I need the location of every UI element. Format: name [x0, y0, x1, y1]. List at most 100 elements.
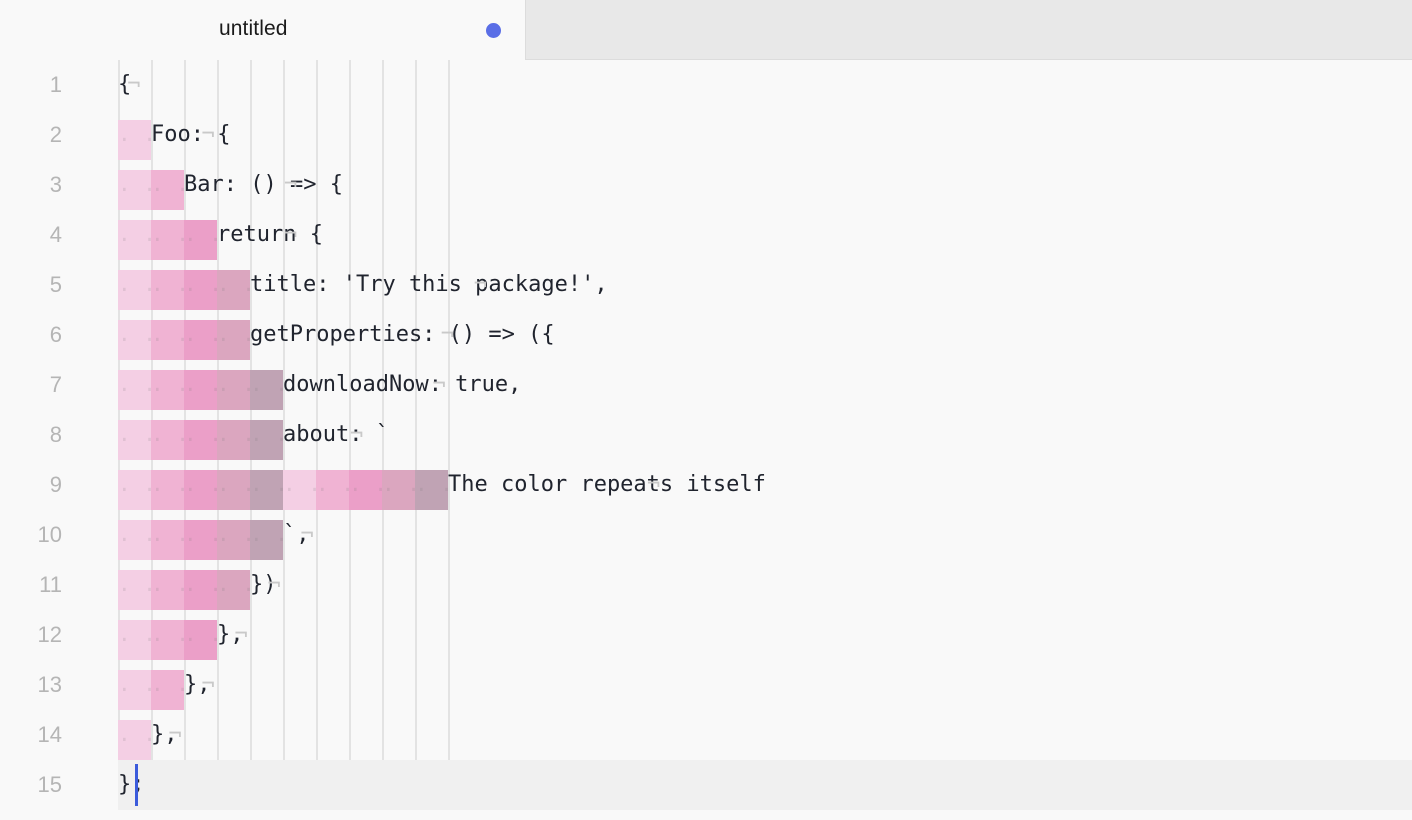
indent-guide-blocks: · · · · · · · · · · · · · · · · · · · · [118, 470, 466, 510]
unsaved-dot-icon[interactable] [486, 23, 501, 38]
line-number[interactable]: 10 [0, 510, 62, 560]
eol-marker: ¬ [473, 272, 487, 297]
line-number[interactable]: 2 [0, 110, 62, 160]
eol-marker: ¬ [284, 172, 298, 197]
indent-guide-block: · · [151, 420, 189, 460]
code-text[interactable]: Bar: () => { [184, 160, 343, 210]
whitespace-dots: · · [118, 278, 169, 302]
code-text[interactable]: getProperties: () => ({ [250, 310, 555, 360]
whitespace-dots: · · [151, 628, 202, 652]
indent-guide-blocks: · · [118, 720, 169, 760]
code-line[interactable]: 9 · · · · · · · · · · · · · · · · · · · ·… [0, 460, 1412, 510]
indent-guide-blocks: · · · · · · [118, 620, 222, 660]
whitespace-dots: · · [415, 478, 466, 502]
line-number[interactable]: 1 [0, 60, 62, 110]
editor-window: untitled 1{¬ 2 · · Foo: {¬ 3 · · · · Bar: ()… [0, 0, 1412, 820]
whitespace-dots: · · [184, 278, 235, 302]
indent-guide-block: · · [118, 620, 156, 660]
indent-guide-block: · · [151, 470, 189, 510]
indent-guide-block: · · [184, 520, 235, 560]
indent-guide-blocks: · · · · [118, 670, 189, 710]
tab-untitled[interactable]: untitled [0, 0, 525, 60]
indent-guide-block: · · [118, 720, 169, 760]
tab-bar-empty-area[interactable] [525, 0, 1412, 60]
line-number[interactable]: 12 [0, 610, 62, 660]
indent-guide-block: · · [415, 470, 466, 510]
whitespace-dots: · · [118, 578, 169, 602]
code-line[interactable]: 7 · · · · · · · · · · downloadNow: true, ¬ [0, 360, 1412, 410]
whitespace-dots: · · [118, 228, 169, 252]
line-number[interactable]: 8 [0, 410, 62, 460]
code-editor[interactable]: 1{¬ 2 · · Foo: {¬ 3 · · · · Bar: () => {¬ 4 · … [0, 60, 1412, 820]
code-line[interactable]: 11 · · · · · · · · }) ¬ [0, 560, 1412, 610]
line-number[interactable]: 9 [0, 460, 62, 510]
code-line[interactable]: 1{¬ [0, 60, 1412, 110]
indent-guide-block: · · [184, 420, 222, 460]
code-line[interactable]: 8 · · · · · · · · · · about: ` ¬ [0, 410, 1412, 460]
line-number[interactable]: 4 [0, 210, 62, 260]
code-line[interactable]: 14 · · }, ¬ [0, 710, 1412, 760]
code-line[interactable]: 15}; [0, 760, 1412, 810]
code-text[interactable]: about: ` [283, 410, 389, 460]
line-number[interactable]: 3 [0, 160, 62, 210]
code-text[interactable]: return { [217, 210, 323, 260]
indent-guide-block: · · [151, 320, 202, 360]
line-number[interactable]: 14 [0, 710, 62, 760]
indent-guide-block: · · [151, 570, 202, 610]
whitespace-dots: · · [118, 728, 169, 752]
code-text[interactable]: }; [118, 760, 145, 810]
whitespace-dots: · · [217, 328, 268, 352]
whitespace-dots: · · [151, 378, 202, 402]
indent-guide-block: · · [151, 170, 189, 210]
indent-guide-block: · · [151, 370, 202, 410]
indent-guide-blocks: · · · · · · · · · · [118, 370, 288, 410]
indent-guide-blocks: · · · · · · · · [118, 320, 268, 360]
whitespace-dots: · · [184, 378, 235, 402]
code-line[interactable]: 2 · · Foo: {¬ [0, 110, 1412, 160]
indent-guide-block: · · [217, 270, 255, 310]
indent-guide-block: · · [217, 370, 255, 410]
indent-guide-blocks: · · · · · · · · · · [118, 520, 288, 560]
line-number[interactable]: 5 [0, 260, 62, 310]
line-number[interactable]: 15 [0, 760, 62, 810]
indent-guide-block: · · [118, 220, 169, 260]
indent-guide-blocks: · · · · · · · · [118, 270, 255, 310]
indent-guide-block: · · [118, 170, 156, 210]
code-line[interactable]: 3 · · · · Bar: () => {¬ [0, 160, 1412, 210]
line-number[interactable]: 6 [0, 310, 62, 360]
indent-guide-block: · · [217, 520, 255, 560]
code-text[interactable]: The color repeats itself [448, 460, 766, 510]
whitespace-dots: · · [184, 528, 235, 552]
indent-guide-blocks: · · · · [118, 170, 189, 210]
indent-guide-block: · · [316, 470, 367, 510]
whitespace-dots: · · [118, 378, 169, 402]
whitespace-dots: · · [184, 328, 235, 352]
line-number[interactable]: 11 [0, 560, 62, 610]
indent-guide-block: · · [118, 270, 169, 310]
code-line[interactable]: 5 · · · · · · · · title: 'Try this packag… [0, 260, 1412, 310]
indent-guide-block: · · [184, 370, 235, 410]
whitespace-dots: · · [151, 578, 202, 602]
indent-guide-block: · · [118, 120, 156, 160]
line-number[interactable]: 13 [0, 660, 62, 710]
indent-guide-block: · · [283, 470, 321, 510]
eol-marker: ¬ [201, 122, 215, 147]
whitespace-dots: · · [217, 428, 268, 452]
code-text[interactable]: Foo: { [151, 110, 230, 160]
code-line[interactable]: 6 · · · · · · · · getProperties: () => ({… [0, 310, 1412, 360]
code-line[interactable]: 12 · · · · · · }, ¬ [0, 610, 1412, 660]
whitespace-dots: · · [118, 478, 169, 502]
indent-guide-block: · · [118, 470, 169, 510]
code-text[interactable]: downloadNow: true, [283, 360, 521, 410]
eol-marker: ¬ [284, 222, 298, 247]
indent-guide-block: · · [151, 670, 189, 710]
code-line[interactable]: 4 · · · · · · return {¬ [0, 210, 1412, 260]
code-line[interactable]: 10 · · · · · · · · · · `, ¬ [0, 510, 1412, 560]
indent-guide-blocks: · · · · · · · · · · [118, 420, 288, 460]
whitespace-dots: · · [316, 478, 367, 502]
line-number[interactable]: 7 [0, 360, 62, 410]
code-text[interactable]: title: 'Try this package!', [250, 260, 608, 310]
code-line[interactable]: 13 · · · · }, ¬ [0, 660, 1412, 710]
whitespace-dots: · · [151, 328, 202, 352]
whitespace-dots: · · [118, 528, 169, 552]
